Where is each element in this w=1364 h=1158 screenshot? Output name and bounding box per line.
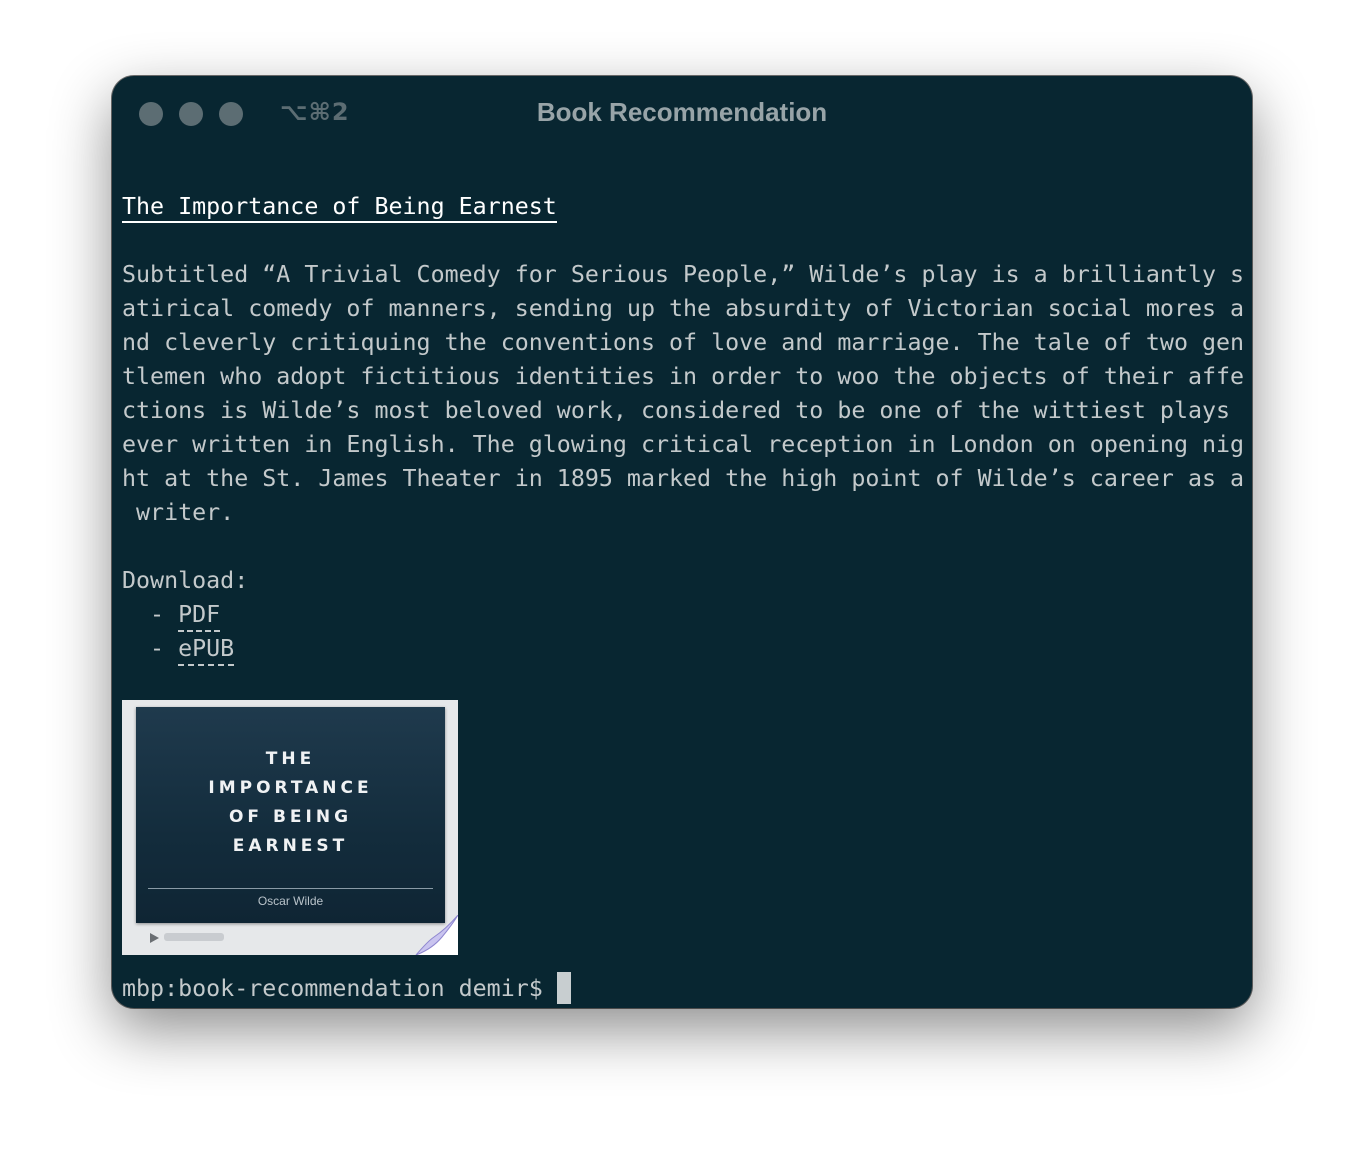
description-line: ever written in English. The glowing cri… <box>122 431 1245 458</box>
text-cursor <box>556 972 571 1004</box>
cover-title-line: OF BEING <box>228 807 353 827</box>
cover-title-line: EARNEST <box>232 836 349 856</box>
book-cover-image: THE IMPORTANCE OF BEING EARNEST Oscar Wi… <box>122 700 458 955</box>
bullet-dash: - <box>122 635 179 662</box>
description-line: writer. <box>122 499 235 526</box>
description-line: ctions is Wilde’s most beloved work, con… <box>122 397 1231 424</box>
command-prompt[interactable]: mbp:book-recommendation demir$ <box>122 972 571 1006</box>
cover-title-line: THE <box>265 749 316 769</box>
terminal-window: ⌥⌘2 Book Recommendation The Importance o… <box>112 76 1252 1008</box>
window-title: Book Recommendation <box>536 97 828 127</box>
epub-download-link[interactable]: ePUB <box>178 635 235 666</box>
book-title-link[interactable]: The Importance of Being Earnest <box>122 193 557 223</box>
cover-divider <box>148 888 433 889</box>
download-item-pdf: - PDF <box>122 598 1246 632</box>
download-heading: Download: <box>122 567 249 594</box>
title-bar[interactable]: ⌥⌘2 Book Recommendation <box>112 76 1252 152</box>
description-line: ht at the St. James Theater in 1895 mark… <box>122 465 1245 492</box>
prompt-text: mbp:book-recommendation demir$ <box>122 975 543 1002</box>
cover-title-line: IMPORTANCE <box>208 778 373 798</box>
description-line: Subtitled “A Trivial Comedy for Serious … <box>122 261 1245 288</box>
terminal-output: The Importance of Being Earnest Subtitle… <box>122 190 1246 666</box>
store-badge <box>164 933 224 941</box>
play-icon <box>150 933 159 943</box>
cover-title: THE IMPORTANCE OF BEING EARNEST <box>136 745 445 861</box>
description-line: tlemen who adopt fictitious identities i… <box>122 363 1245 390</box>
description-line: atirical comedy of manners, sending up t… <box>122 295 1245 322</box>
cover-front: THE IMPORTANCE OF BEING EARNEST Oscar Wi… <box>136 707 445 923</box>
download-item-epub: - ePUB <box>122 632 1246 666</box>
pdf-download-link[interactable]: PDF <box>178 601 221 632</box>
page-curl-icon <box>415 915 458 955</box>
cover-author: Oscar Wilde <box>257 894 324 908</box>
bullet-dash: - <box>122 601 179 628</box>
description-line: nd cleverly critiquing the conventions o… <box>122 329 1245 356</box>
